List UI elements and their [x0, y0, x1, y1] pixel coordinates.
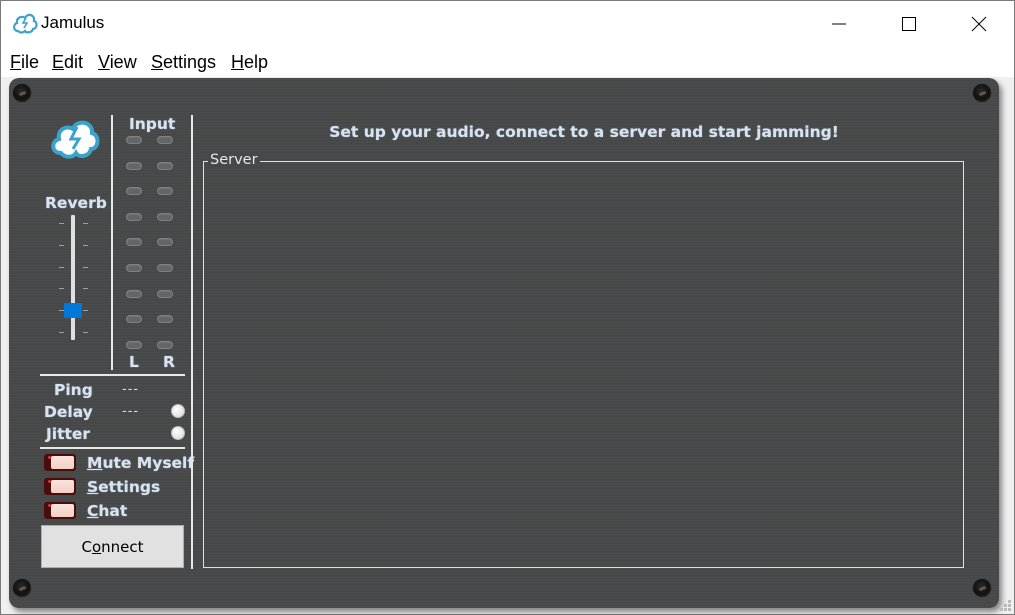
led-right	[157, 238, 173, 246]
server-group	[203, 161, 964, 568]
connect-pre: C	[81, 537, 92, 556]
slider-tick	[83, 267, 88, 268]
app-window: Jamulus File Edit View Settings Help Rev…	[0, 0, 1015, 615]
close-button[interactable]	[944, 1, 1014, 47]
settings-text: ettings	[98, 478, 161, 496]
slider-tick	[83, 332, 88, 333]
slider-tick	[83, 310, 88, 311]
minimize-icon	[832, 23, 846, 25]
left-panel-divider	[191, 115, 193, 569]
window-title: Jamulus	[41, 13, 105, 32]
delay-label: Delay	[44, 403, 93, 421]
ping-label: Ping	[54, 381, 93, 399]
slider-tick	[83, 223, 88, 224]
led-left	[126, 341, 142, 349]
menu-settings-label: ettings	[163, 52, 217, 72]
led-left	[126, 162, 142, 170]
server-group-title: Server	[208, 152, 260, 168]
menu-file[interactable]: File	[10, 52, 39, 73]
input-label: Input	[129, 115, 176, 133]
chat-mnemonic: C	[87, 502, 99, 520]
channel-right-label: R	[163, 353, 175, 371]
resize-grip-icon[interactable]	[1000, 600, 1012, 612]
led-right	[157, 341, 173, 349]
settings-label[interactable]: Settings	[87, 478, 160, 496]
slider-tick	[83, 288, 88, 289]
slider-tick	[59, 332, 64, 333]
led-left	[126, 290, 142, 298]
reverb-slider-thumb[interactable]	[64, 303, 82, 318]
menu-edit[interactable]: Edit	[52, 52, 83, 73]
slider-tick	[59, 245, 64, 246]
menu-edit-label: dit	[64, 52, 84, 72]
settings-toggle[interactable]	[44, 478, 76, 495]
menu-settings[interactable]: Settings	[151, 52, 216, 73]
delay-value: ---	[122, 404, 140, 419]
mute-myself-mnemonic: M	[87, 454, 103, 472]
close-icon	[971, 16, 987, 32]
divider	[40, 447, 185, 449]
led-right	[157, 213, 173, 221]
connect-button[interactable]: Co nnect	[41, 525, 184, 568]
led-right	[157, 315, 173, 323]
slider-tick	[59, 223, 64, 224]
chat-label[interactable]: Chat	[87, 502, 127, 520]
screw-icon	[13, 84, 31, 102]
menu-edit-mnemonic: E	[52, 52, 65, 72]
menu-view-mnemonic: V	[98, 52, 110, 72]
led-left	[126, 238, 142, 246]
slider-tick	[83, 245, 88, 246]
ping-value: ---	[122, 382, 140, 397]
title-bar: Jamulus	[1, 1, 1014, 47]
led-left	[126, 136, 142, 144]
menu-help-label: elp	[244, 52, 269, 72]
maximize-button[interactable]	[874, 1, 944, 47]
connect-rest: nnect	[101, 537, 144, 556]
jamulus-logo-icon	[13, 13, 38, 34]
slider-tick	[59, 267, 64, 268]
divider	[40, 374, 185, 376]
connect-mnemonic: o	[91, 537, 102, 556]
reverb-label: Reverb	[45, 194, 107, 212]
delay-status-led	[171, 404, 185, 418]
menu-view[interactable]: View	[98, 52, 137, 73]
led-right	[157, 187, 173, 195]
jitter-label: Jitter	[46, 425, 91, 443]
meter-divider	[111, 115, 113, 370]
screw-icon	[13, 579, 31, 597]
led-right	[157, 290, 173, 298]
maximize-icon	[902, 17, 916, 31]
jitter-status-led	[171, 426, 185, 440]
menu-settings-mnemonic: S	[151, 52, 164, 72]
menu-file-label: ile	[21, 52, 40, 72]
minimize-button[interactable]	[804, 1, 874, 47]
led-right	[157, 264, 173, 272]
screw-icon	[973, 84, 991, 102]
menu-help-mnemonic: H	[231, 52, 244, 72]
chat-toggle[interactable]	[44, 502, 76, 519]
mute-myself-label[interactable]: Mute Myself	[87, 454, 194, 472]
chat-text: hat	[98, 502, 128, 520]
led-left	[126, 187, 142, 195]
led-right	[157, 136, 173, 144]
slider-tick	[59, 288, 64, 289]
welcome-headline: Set up your audio, connect to a server a…	[329, 123, 839, 141]
led-left	[126, 264, 142, 272]
led-right	[157, 162, 173, 170]
channel-left-label: L	[129, 353, 139, 371]
mute-myself-toggle[interactable]	[44, 454, 76, 471]
menu-bar: File Edit View Settings Help	[1, 47, 1014, 77]
reverb-slider[interactable]	[71, 215, 75, 340]
menu-file-mnemonic: F	[10, 52, 21, 72]
menu-help[interactable]: Help	[231, 52, 268, 73]
menu-view-label: iew	[109, 52, 137, 72]
screw-icon	[973, 579, 991, 597]
led-left	[126, 315, 142, 323]
settings-mnemonic: S	[87, 478, 99, 496]
led-left	[126, 213, 142, 221]
mute-myself-text: ute Myself	[102, 454, 195, 472]
jamulus-logo-icon	[51, 120, 100, 159]
